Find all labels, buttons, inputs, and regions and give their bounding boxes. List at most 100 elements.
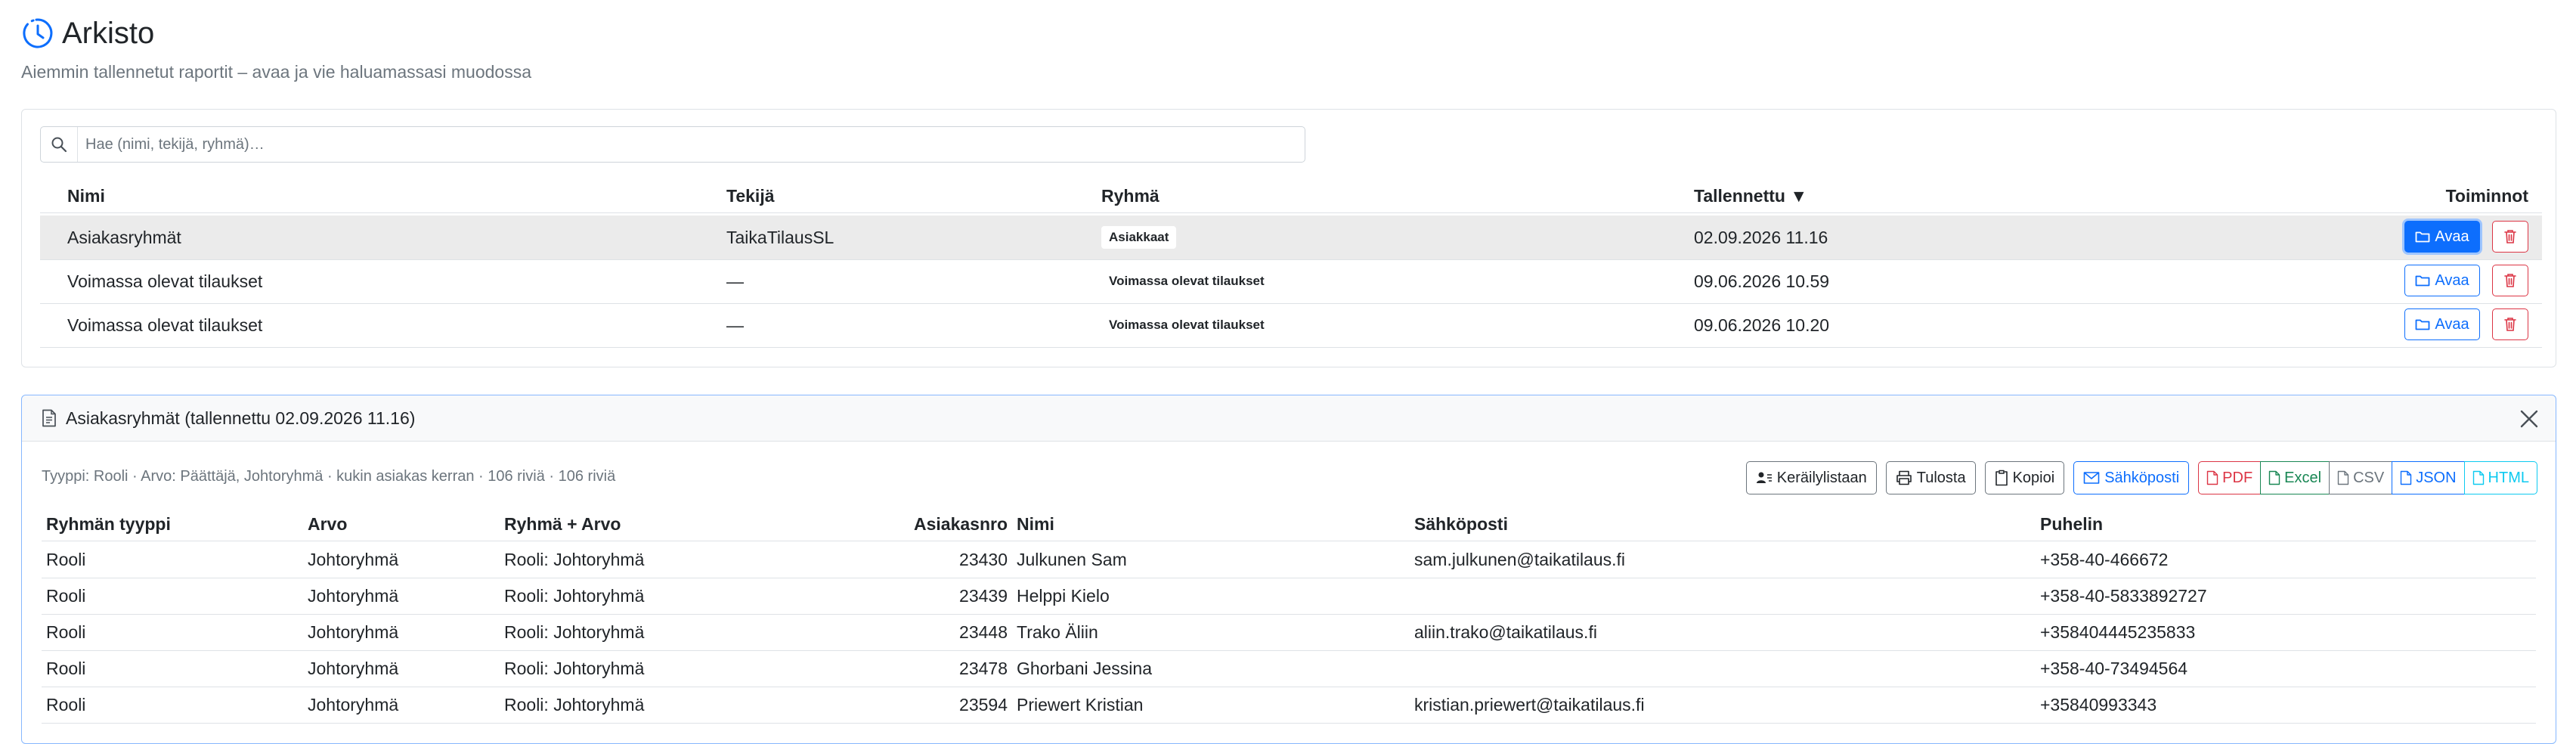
cell-name: Julkunen Sam bbox=[1017, 549, 1127, 569]
file-icon bbox=[2337, 470, 2353, 485]
row-saved: 09.06.2026 10.59 bbox=[1694, 271, 1830, 291]
trash-icon bbox=[2503, 229, 2517, 244]
row-saved: 09.06.2026 10.20 bbox=[1694, 315, 1830, 335]
table-row[interactable]: Voimassa olevat tilaukset — Voimassa ole… bbox=[40, 303, 2542, 348]
file-icon bbox=[2206, 470, 2222, 485]
report-card: Asiakasryhmät (tallennettu 02.09.2026 11… bbox=[21, 395, 2556, 744]
page-subtitle: Aiemmin tallennetut raportit – avaa ja v… bbox=[21, 62, 532, 82]
folder-icon bbox=[2415, 318, 2435, 331]
table-row[interactable]: Rooli Johtoryhmä Rooli: Johtoryhmä 23439 Hel… bbox=[42, 578, 2536, 615]
export-pdf-button[interactable]: PDF bbox=[2198, 461, 2262, 494]
open-button[interactable]: Avaa bbox=[2404, 221, 2480, 253]
cell-value: Johtoryhmä bbox=[308, 622, 399, 642]
folder-icon bbox=[2415, 230, 2435, 243]
table-row[interactable]: Rooli Johtoryhmä Rooli: Johtoryhmä 23478 Gho… bbox=[42, 650, 2536, 687]
delete-button[interactable] bbox=[2492, 265, 2528, 296]
row-name: Asiakasryhmät bbox=[67, 227, 181, 247]
col-value[interactable]: Arvo bbox=[308, 507, 347, 541]
cell-email: kristian.priewert@taikatilaus.fi bbox=[1414, 694, 1645, 715]
title-row: Arkisto bbox=[21, 12, 1079, 54]
export-json-button[interactable]: JSON bbox=[2392, 461, 2465, 494]
cell-type: Rooli bbox=[46, 622, 86, 642]
clock-history-icon bbox=[21, 17, 54, 50]
cell-value: Johtoryhmä bbox=[308, 585, 399, 606]
cell-type: Rooli bbox=[46, 549, 86, 569]
close-icon bbox=[2519, 409, 2539, 429]
cell-group-value: Rooli: Johtoryhmä bbox=[504, 694, 645, 715]
archive-card: Nimi Tekijä Ryhmä Tallennettu ▼ Toiminno… bbox=[21, 109, 2556, 367]
row-author: — bbox=[726, 271, 744, 291]
table-row[interactable]: Rooli Johtoryhmä Rooli: Johtoryhmä 23594 Pri… bbox=[42, 687, 2536, 724]
email-button[interactable]: Sähköposti bbox=[2073, 461, 2190, 494]
cell-customer-no: 23478 bbox=[959, 658, 1008, 678]
print-button[interactable]: Tulosta bbox=[1885, 461, 1976, 494]
cell-customer-no: 23594 bbox=[959, 694, 1008, 715]
col-name[interactable]: Nimi bbox=[67, 179, 105, 212]
report-meta: Tyyppi: Rooli · Arvo: Päättäjä, Johtoryh… bbox=[42, 468, 616, 485]
col-saved[interactable]: Tallennettu ▼ bbox=[1694, 179, 1807, 212]
printer-icon bbox=[1896, 470, 1917, 485]
cell-value: Johtoryhmä bbox=[308, 549, 399, 569]
trash-icon bbox=[2503, 317, 2517, 332]
col-group-value[interactable]: Ryhmä + Arvo bbox=[504, 507, 621, 541]
folder-icon bbox=[2415, 274, 2435, 287]
file-icon bbox=[2472, 470, 2488, 485]
open-button[interactable]: Avaa bbox=[2404, 308, 2480, 340]
col-customer-no[interactable]: Asiakasnro bbox=[914, 507, 1008, 541]
cell-phone: +358-40-5833892727 bbox=[2040, 585, 2207, 606]
open-button[interactable]: Avaa bbox=[2404, 265, 2480, 296]
col-name[interactable]: Nimi bbox=[1017, 507, 1054, 541]
row-author: — bbox=[726, 315, 744, 335]
cell-name: Trako Äliin bbox=[1017, 622, 1098, 642]
col-author[interactable]: Tekijä bbox=[726, 179, 775, 212]
cell-value: Johtoryhmä bbox=[308, 694, 399, 715]
cell-customer-no: 23430 bbox=[959, 549, 1008, 569]
export-excel-button[interactable]: Excel bbox=[2260, 461, 2330, 494]
archive-table-header: Nimi Tekijä Ryhmä Tallennettu ▼ Toiminno… bbox=[40, 179, 2542, 213]
cell-customer-no: 23448 bbox=[959, 622, 1008, 642]
cell-name: Ghorbani Jessina bbox=[1017, 658, 1152, 678]
cell-type: Rooli bbox=[46, 694, 86, 715]
cell-name: Priewert Kristian bbox=[1017, 694, 1144, 715]
cell-phone: +358404445235833 bbox=[2040, 622, 2196, 642]
cell-group-value: Rooli: Johtoryhmä bbox=[504, 585, 645, 606]
row-author: TaikaTilausSL bbox=[726, 227, 834, 247]
col-phone[interactable]: Puhelin bbox=[2040, 507, 2103, 541]
table-row[interactable]: Voimassa olevat tilaukset — Voimassa ole… bbox=[40, 259, 2542, 304]
table-row[interactable]: Rooli Johtoryhmä Rooli: Johtoryhmä 23448 Tra… bbox=[42, 614, 2536, 651]
cell-name: Helppi Kielo bbox=[1017, 585, 1110, 606]
cell-phone: +358-40-73494564 bbox=[2040, 658, 2188, 678]
cell-email: sam.julkunen@taikatilaus.fi bbox=[1414, 549, 1626, 569]
copy-button[interactable]: Kopioi bbox=[1984, 461, 2065, 494]
cell-value: Johtoryhmä bbox=[308, 658, 399, 678]
col-email[interactable]: Sähköposti bbox=[1414, 507, 1508, 541]
trash-icon bbox=[2503, 273, 2517, 288]
cell-phone: +358-40-466672 bbox=[2040, 549, 2169, 569]
close-button[interactable] bbox=[2516, 406, 2542, 432]
row-saved: 02.09.2026 11.16 bbox=[1694, 227, 1828, 247]
cell-phone: +35840993343 bbox=[2040, 694, 2157, 715]
search-input[interactable] bbox=[78, 129, 1305, 160]
col-type[interactable]: Ryhmän tyyppi bbox=[46, 507, 171, 541]
file-icon bbox=[2400, 470, 2416, 485]
export-button-group: PDF Excel CSV JSON HTML bbox=[2198, 461, 2537, 494]
col-group[interactable]: Ryhmä bbox=[1101, 179, 1160, 212]
delete-button[interactable] bbox=[2492, 221, 2528, 253]
table-row[interactable]: Asiakasryhmät TaikaTilausSL Asiakkaat 02… bbox=[40, 215, 2542, 260]
export-csv-button[interactable]: CSV bbox=[2329, 461, 2393, 494]
report-table-header: Ryhmän tyyppi Arvo Ryhmä + Arvo Asiakasn… bbox=[42, 507, 2536, 541]
report-title: Asiakasryhmät (tallennettu 02.09.2026 11… bbox=[66, 408, 416, 428]
search-icon bbox=[41, 127, 78, 162]
cell-type: Rooli bbox=[46, 585, 86, 606]
cell-group-value: Rooli: Johtoryhmä bbox=[504, 658, 645, 678]
page-header: Arkisto Aiemmin tallennetut raportit – a… bbox=[21, 12, 1079, 82]
cell-customer-no: 23439 bbox=[959, 585, 1008, 606]
col-actions: Toiminnot bbox=[2445, 185, 2528, 206]
delete-button[interactable] bbox=[2492, 308, 2528, 340]
group-badge: Asiakkaat bbox=[1101, 226, 1177, 249]
export-html-button[interactable]: HTML bbox=[2463, 461, 2537, 494]
picklist-button[interactable]: Keräilylistaan bbox=[1745, 461, 1877, 494]
report-toolbar: Keräilylistaan Tulosta Kopioi Sähköposti… bbox=[1737, 460, 2537, 495]
table-row[interactable]: Rooli Johtoryhmä Rooli: Johtoryhmä 23430 Jul… bbox=[42, 541, 2536, 578]
cell-group-value: Rooli: Johtoryhmä bbox=[504, 622, 645, 642]
